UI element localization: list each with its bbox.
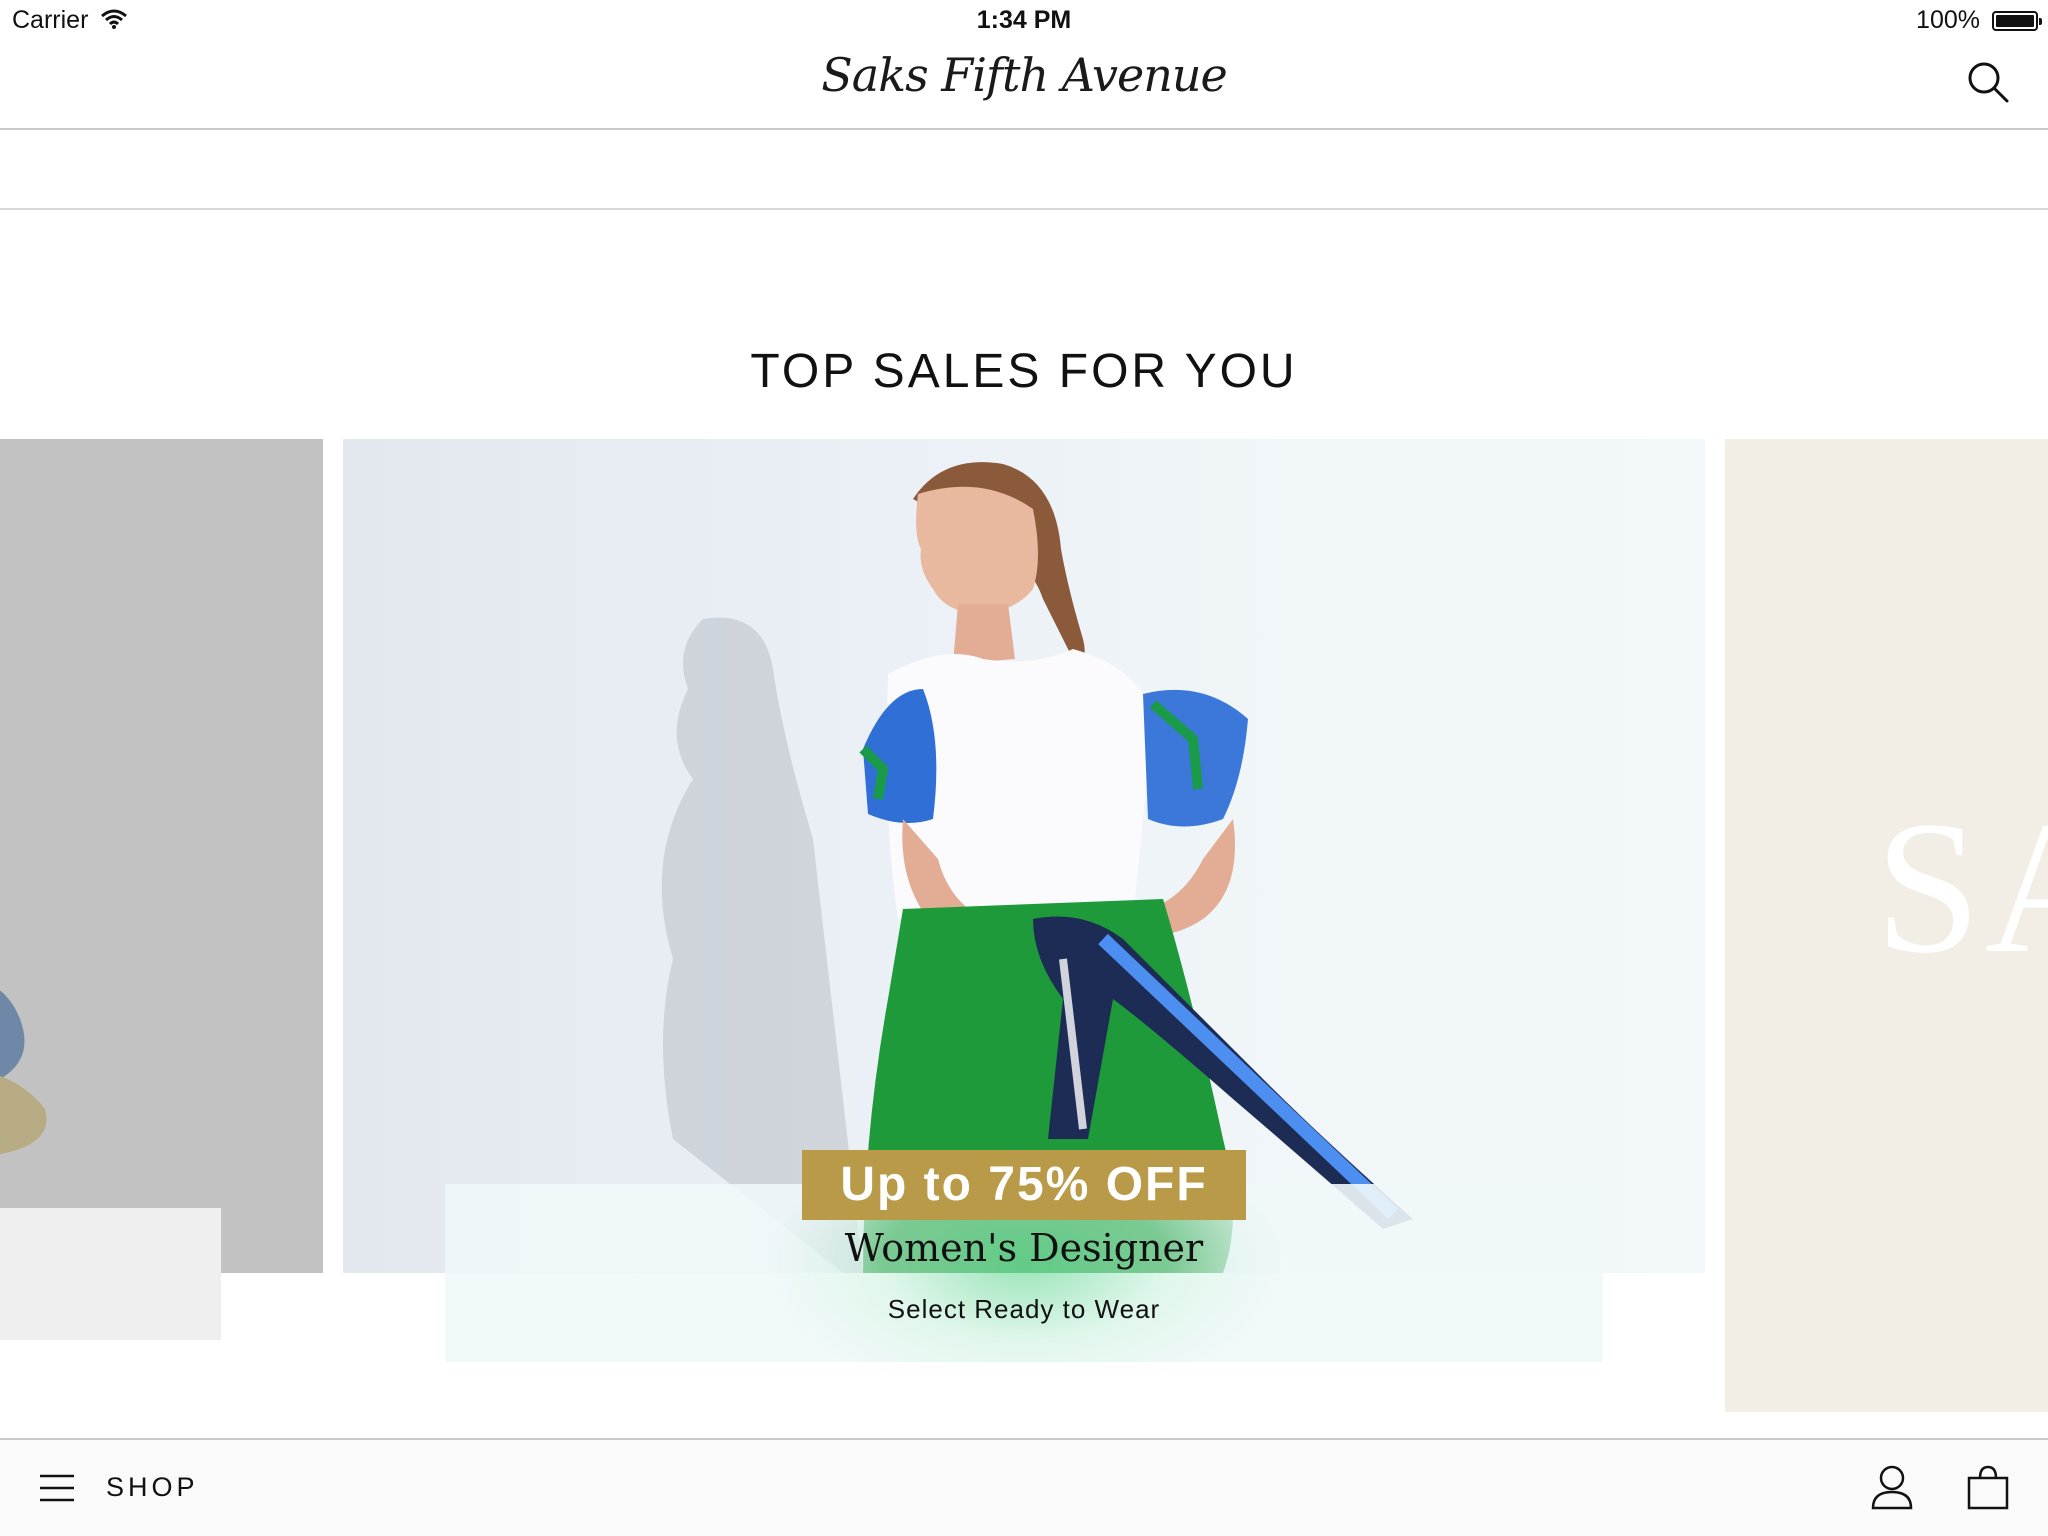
carousel-card-next[interactable]: SA [1725,439,2048,1412]
next-card-headline: SA [1875,783,2048,993]
promo-title: Women's Designer [844,1226,1204,1270]
saks-logo[interactable]: Saks Fifth Avenue [0,48,2048,102]
carousel-card-previous[interactable] [0,439,323,1273]
clock: 1:34 PM [976,6,1072,34]
model-photo [661,462,1413,1273]
shoe-image [0,990,47,1154]
carousel-card-womens-designer[interactable] [343,439,1705,1273]
search-icon[interactable] [1966,60,2010,104]
battery-percent: 100% [1916,6,1980,34]
subnav-divider [0,208,2048,210]
discount-badge: Up to 75% OFF [802,1150,1246,1220]
shop-button[interactable]: SHOP [106,1472,199,1503]
promo-subtitle: Select Ready to Wear [887,1294,1161,1324]
sub-navigation-bar [0,130,2048,208]
account-icon[interactable] [1870,1464,1914,1510]
shopping-bag-icon[interactable] [1966,1464,2010,1510]
bottom-tab-bar [0,1440,2048,1536]
hamburger-menu-icon[interactable] [38,1473,76,1503]
status-bar: Carrier 1:34 PM 100% [0,0,2048,42]
battery-icon [1992,11,2042,31]
section-title: TOP SALES FOR YOU [750,345,1298,398]
previous-card-caption-panel [0,1208,221,1340]
